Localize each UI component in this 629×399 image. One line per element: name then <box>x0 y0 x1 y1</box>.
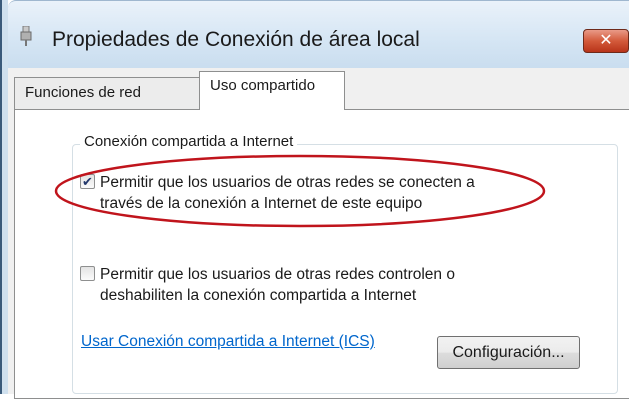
tab-label: Uso compartido <box>210 77 316 94</box>
highlight-ellipse <box>54 154 546 228</box>
tab-uso-compartido[interactable]: Uso compartido <box>199 71 345 110</box>
red-annotation-ellipse <box>54 154 546 228</box>
